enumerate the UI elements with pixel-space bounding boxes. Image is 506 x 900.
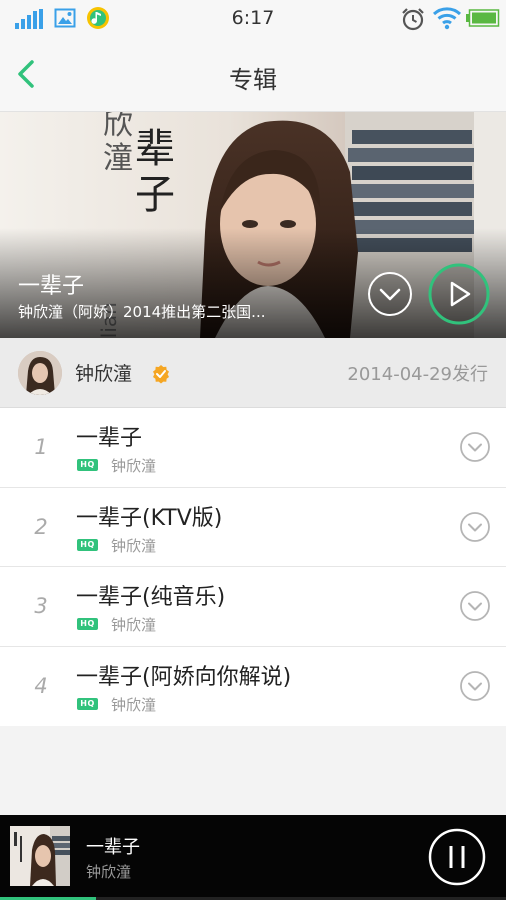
track-more-button[interactable]	[459, 670, 491, 702]
verified-badge-icon	[153, 365, 169, 384]
chevron-down-icon	[468, 682, 482, 690]
track-number: 3	[34, 594, 48, 618]
track-artist: 钟欣潼	[111, 695, 157, 714]
chevron-down-icon	[468, 443, 482, 452]
track-title[interactable]: 一辈子(纯音乐)	[76, 579, 225, 611]
track-row[interactable]: 2 一辈子(KTV版) HQ 钟欣潼	[0, 488, 506, 567]
hq-badge: HQ	[77, 697, 98, 710]
alarm-icon	[402, 8, 424, 31]
player-cover-image[interactable]	[10, 826, 70, 886]
track-number: 1	[34, 435, 48, 459]
chevron-down-icon	[468, 602, 482, 611]
app: 6:17 专辑 欣潼 辈子 一辈子 钟欣潼（阿娇）2014推出第二张国... 钟…	[0, 0, 506, 900]
mini-player[interactable]: 一辈子 钟欣潼	[0, 815, 506, 900]
album-description[interactable]: 钟欣潼（阿娇）2014推出第二张国...	[18, 301, 298, 322]
track-number: 4	[34, 673, 48, 698]
pause-button[interactable]	[428, 828, 486, 886]
cover-text-artist: 欣潼	[103, 112, 133, 176]
artist-avatar[interactable]	[18, 351, 62, 395]
artist-name[interactable]: 钟欣潼	[75, 359, 132, 386]
track-title[interactable]: 一辈子	[76, 420, 142, 452]
chevron-down-icon	[468, 523, 482, 531]
hq-badge: HQ	[77, 459, 98, 471]
track-row[interactable]: 1 一辈子 HQ 钟欣潼	[0, 408, 506, 488]
status-time: 6:17	[231, 7, 275, 29]
status-bar: 6:17	[0, 0, 506, 36]
track-row[interactable]: 4 一辈子(阿娇向你解说) HQ 钟欣潼	[0, 647, 506, 727]
track-artist: 钟欣潼	[111, 536, 157, 555]
track-title[interactable]: 一辈子(阿娇向你解说)	[76, 659, 291, 691]
track-number: 2	[34, 514, 48, 539]
album-banner[interactable]: 欣潼 辈子 gillian 一辈子 钟欣潼（阿娇）2014推出第二张国...	[0, 112, 506, 338]
track-artist: 钟欣潼	[111, 616, 157, 634]
track-more-button[interactable]	[459, 431, 491, 463]
track-more-button[interactable]	[459, 590, 491, 622]
hq-badge: HQ	[77, 618, 98, 630]
page-title: 专辑	[229, 66, 277, 94]
battery-icon	[466, 9, 500, 27]
album-title: 一辈子	[18, 274, 85, 299]
track-artist: 钟欣潼	[111, 457, 157, 475]
player-artist: 钟欣潼	[86, 863, 132, 881]
cover-text-title: 辈子	[135, 126, 175, 218]
player-title: 一辈子	[86, 837, 140, 858]
page-header: 专辑	[0, 36, 506, 112]
track-row[interactable]: 3 一辈子(纯音乐) HQ 钟欣潼	[0, 567, 506, 647]
album-more-button[interactable]	[367, 271, 413, 317]
pause-icon	[449, 846, 453, 868]
release-date: 2014-04-29发行	[347, 364, 488, 385]
track-more-button[interactable]	[459, 511, 491, 543]
wifi-icon	[432, 7, 462, 30]
track-title[interactable]: 一辈子(KTV版)	[76, 500, 222, 532]
hq-badge: HQ	[77, 538, 98, 551]
artist-row[interactable]: 钟欣潼 2014-04-29发行	[0, 338, 506, 408]
play-all-button[interactable]	[427, 262, 491, 326]
track-list: 1 一辈子 HQ 钟欣潼 2 一辈子(KTV版) HQ 钟欣潼 3 一辈子(纯音…	[0, 408, 506, 726]
